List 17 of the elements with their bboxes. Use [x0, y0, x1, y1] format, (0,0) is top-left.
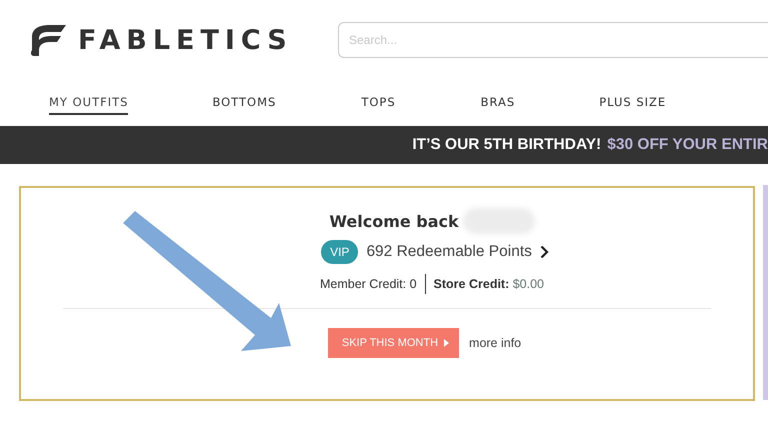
store-credit: Store Credit: $0.00 [434, 277, 544, 291]
banner-headline: IT’S OUR 5TH BIRTHDAY! [412, 136, 602, 154]
greeting: Welcome back [329, 212, 459, 230]
member-credit: Member Credit: 0 [320, 277, 417, 291]
caret-icon [444, 339, 450, 347]
points-link[interactable]: 692 Redeemable Points [366, 243, 532, 261]
banner-offer: $30 OFF YOUR ENTIR [607, 136, 768, 154]
vip-badge: VIP [321, 240, 358, 264]
nav-tab[interactable]: BOTTOMS [212, 90, 276, 114]
brand-logo[interactable]: FABLETICS [78, 24, 293, 56]
chevron-icon[interactable] [540, 245, 549, 259]
logo-icon [28, 23, 66, 57]
nav-tab[interactable]: PLUS SIZE [599, 90, 666, 114]
nav-tab[interactable]: BRAS [480, 90, 516, 114]
nav-tab[interactable]: MY OUTFITS [49, 90, 128, 114]
more-info-link[interactable]: more info [469, 336, 522, 350]
nav-tab[interactable]: TOPS [361, 90, 396, 114]
